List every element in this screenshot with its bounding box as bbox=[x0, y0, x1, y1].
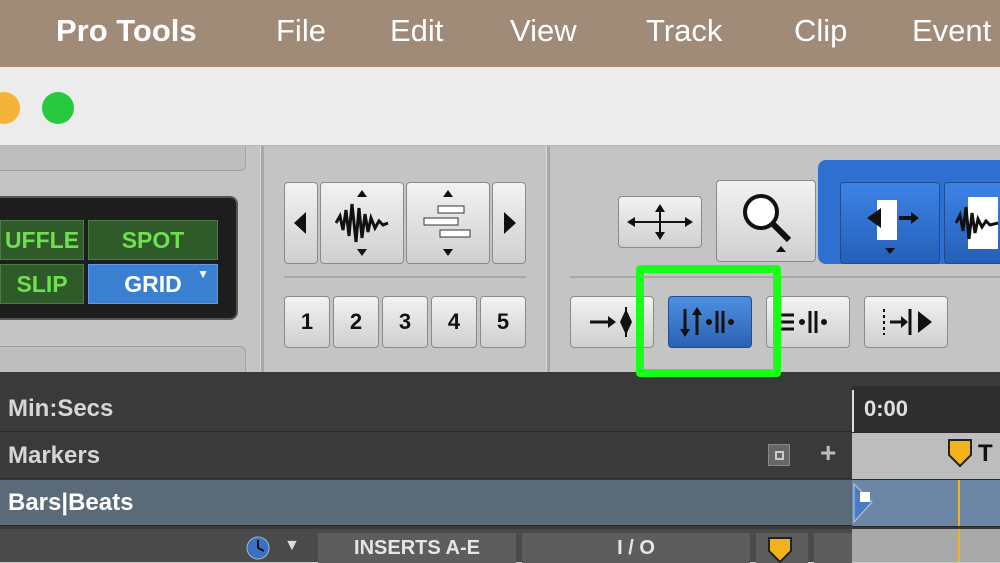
zoom-preset-2[interactable]: 2 bbox=[333, 296, 379, 348]
menu-file[interactable]: File bbox=[276, 13, 326, 49]
zoom-preset-4[interactable]: 4 bbox=[431, 296, 477, 348]
track-view-dropdown-icon[interactable]: ▼ bbox=[284, 537, 300, 555]
spot-mode-button[interactable]: SPOT bbox=[88, 220, 218, 260]
link-timeline-edit-selection-button[interactable] bbox=[668, 296, 752, 348]
meter-marker-icon[interactable] bbox=[852, 482, 876, 526]
left-arrow-icon bbox=[294, 212, 306, 234]
clock-icon[interactable] bbox=[244, 535, 272, 561]
right-arrow-icon bbox=[504, 212, 516, 234]
menu-pro-tools[interactable]: Pro Tools bbox=[56, 13, 197, 49]
tab-to-transients-button[interactable] bbox=[570, 296, 654, 348]
min-secs-ruler-label[interactable]: Min:Secs bbox=[0, 386, 852, 432]
menu-view[interactable]: View bbox=[510, 13, 577, 49]
ruler-tick bbox=[852, 390, 854, 432]
zoom-preset-3[interactable]: 3 bbox=[382, 296, 428, 348]
shuffle-mode-button[interactable]: UFFLE bbox=[0, 220, 84, 260]
audio-zoom-button[interactable] bbox=[320, 182, 404, 264]
mac-menu-bar: : Pro Tools File Edit View Track Clip Ev… bbox=[0, 0, 1000, 67]
tools-divider bbox=[570, 276, 1000, 278]
io-column-header[interactable]: I / O bbox=[522, 533, 750, 563]
midi-zoom-button[interactable] bbox=[406, 182, 490, 264]
zoom-toggle-button[interactable] bbox=[618, 196, 702, 248]
waveform-selector-icon bbox=[954, 197, 999, 249]
bars-beats-ruler-label[interactable]: Bars|Beats bbox=[0, 480, 852, 526]
menu-track[interactable]: Track bbox=[646, 13, 722, 49]
min-secs-ruler-timeline[interactable]: 0:00 bbox=[852, 386, 1000, 433]
zoom-in-button[interactable] bbox=[492, 182, 526, 264]
minimize-button[interactable] bbox=[0, 92, 20, 124]
midi-notes-zoom-icon bbox=[423, 190, 471, 256]
inserts-column-header[interactable]: INSERTS A-E bbox=[318, 533, 516, 563]
playhead-line-track bbox=[958, 529, 960, 562]
link-timeline-selection-icon bbox=[680, 307, 734, 337]
markers-ruler-timeline[interactable]: T bbox=[852, 433, 1000, 480]
menu-clip[interactable]: Clip bbox=[794, 13, 847, 49]
panel-footer-strip bbox=[0, 346, 246, 373]
panel-divider bbox=[260, 146, 264, 372]
time-start-label: 0:00 bbox=[864, 396, 909, 421]
markers-ruler-label[interactable]: Markers + bbox=[0, 433, 852, 479]
tab-to-transient-icon bbox=[590, 307, 632, 337]
markers-label: Markers bbox=[8, 441, 101, 469]
link-track-selection-icon bbox=[780, 311, 827, 333]
square-icon bbox=[774, 450, 784, 460]
edit-mode-selector: UFFLE SPOT SLIP GRID ▼ bbox=[0, 196, 238, 320]
zoomer-tool-button[interactable] bbox=[716, 180, 816, 262]
panel-divider bbox=[546, 146, 550, 372]
magnifier-icon bbox=[743, 194, 792, 252]
link-track-edit-selection-button[interactable] bbox=[766, 296, 850, 348]
panel-header-strip bbox=[0, 146, 246, 171]
trim-tool-button[interactable] bbox=[840, 182, 940, 264]
zoom-button[interactable] bbox=[42, 92, 74, 124]
slip-mode-button[interactable]: SLIP bbox=[0, 264, 84, 304]
add-marker-plus-icon[interactable]: + bbox=[820, 437, 836, 469]
grid-dropdown-arrow-icon: ▼ bbox=[197, 267, 209, 281]
marker-window-button[interactable] bbox=[768, 444, 790, 466]
bars-beats-ruler-timeline[interactable] bbox=[852, 480, 1000, 527]
zoom-out-button[interactable] bbox=[284, 182, 318, 264]
insertion-follows-playback-button[interactable] bbox=[864, 296, 948, 348]
waveform-zoom-icon bbox=[334, 190, 389, 256]
marker-flag-icon[interactable] bbox=[948, 439, 972, 467]
apple-menu-fragment[interactable]: : bbox=[0, 13, 3, 49]
trim-tool-icon bbox=[867, 200, 919, 254]
menu-edit[interactable]: Edit bbox=[390, 13, 443, 49]
grid-mode-button[interactable]: GRID ▼ bbox=[88, 264, 218, 304]
timeline-rulers: Min:Secs 0:00 Markers + T Bars|Beats ▼ I… bbox=[0, 372, 1000, 563]
zoom-preset-1[interactable]: 1 bbox=[284, 296, 330, 348]
zoom-divider bbox=[284, 276, 526, 278]
playhead-line bbox=[958, 480, 960, 526]
insertion-follows-playback-icon bbox=[883, 309, 932, 335]
marker-column-header[interactable] bbox=[756, 533, 808, 563]
track-header-extra-column bbox=[814, 533, 852, 563]
track-timeline-strip bbox=[852, 529, 1000, 562]
track-header-row: ▼ INSERTS A-E I / O bbox=[0, 529, 852, 563]
expand-arrows-icon bbox=[627, 204, 693, 240]
edit-tools-group bbox=[818, 160, 1000, 264]
selector-tool-button[interactable] bbox=[944, 182, 1000, 264]
zoom-preset-5[interactable]: 5 bbox=[480, 296, 526, 348]
marker-flag-small-icon bbox=[768, 537, 792, 563]
menu-event[interactable]: Event bbox=[912, 13, 991, 49]
window-title-bar bbox=[0, 67, 1000, 146]
marker-name: T bbox=[978, 440, 993, 467]
grid-mode-label: GRID bbox=[124, 270, 182, 297]
